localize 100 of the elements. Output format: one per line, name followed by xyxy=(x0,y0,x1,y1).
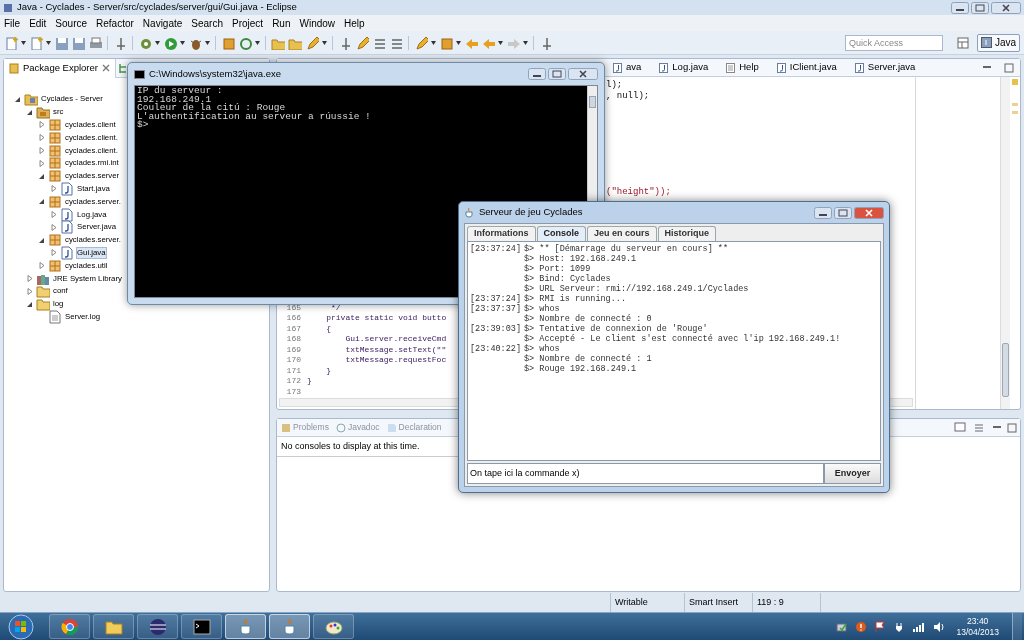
start-button[interactable] xyxy=(6,613,36,640)
menu-item[interactable]: Project xyxy=(232,15,264,31)
collapsed-toggle-icon[interactable] xyxy=(50,223,57,231)
server-tab[interactable]: Informations xyxy=(467,226,536,241)
taskbar-button[interactable] xyxy=(49,614,90,639)
editor-tab[interactable]: Help xyxy=(723,59,762,76)
save-icon[interactable] xyxy=(54,35,68,50)
open-perspective-icon[interactable] xyxy=(955,35,970,50)
collapsed-toggle-icon[interactable] xyxy=(50,185,57,193)
display-console-icon[interactable] xyxy=(954,421,968,434)
menu-item[interactable]: Refactor xyxy=(96,15,134,31)
taskbar-button[interactable] xyxy=(137,614,178,639)
log-line: $> Nombre de connecté : 0 xyxy=(524,314,652,324)
collapsed-toggle-icon[interactable] xyxy=(38,262,45,270)
expanded-toggle-icon[interactable] xyxy=(26,300,33,308)
close-icon[interactable] xyxy=(991,1,1021,14)
editor-tab[interactable]: ava xyxy=(610,59,645,76)
editor-tab[interactable]: Log.java xyxy=(656,59,712,76)
clock-date[interactable]: 13/04/2013 xyxy=(956,626,999,638)
problems-icon xyxy=(281,422,291,433)
code-line: } xyxy=(307,376,312,387)
collapsed-toggle-icon[interactable] xyxy=(38,121,45,129)
server-tab[interactable]: Jeu en cours xyxy=(587,226,657,241)
log-line: $> RMI is running... xyxy=(524,294,627,304)
hierarchy-icon[interactable] xyxy=(118,62,128,74)
clock-time[interactable]: 23:40 xyxy=(967,615,989,627)
taskbar-button[interactable] xyxy=(93,614,134,639)
console-window-icon xyxy=(134,68,145,80)
log-line: $> whos xyxy=(524,304,560,314)
scrollbar-thumb[interactable] xyxy=(589,96,596,108)
box-icon[interactable] xyxy=(439,35,453,50)
flag-icon xyxy=(874,620,887,633)
collapsed-toggle-icon[interactable] xyxy=(38,134,45,142)
minimize-icon[interactable] xyxy=(951,1,969,14)
java-file-icon xyxy=(776,62,786,73)
expanded-toggle-icon[interactable] xyxy=(26,108,33,116)
tab-label[interactable]: Package Explorer xyxy=(23,60,98,76)
collapsed-toggle-icon[interactable] xyxy=(26,275,33,283)
save-icon[interactable] xyxy=(71,35,85,50)
pencil-icon[interactable] xyxy=(305,35,319,50)
menu-item[interactable]: Source xyxy=(55,15,88,31)
package-icon xyxy=(48,194,62,209)
play-icon[interactable] xyxy=(163,35,177,50)
menu-item[interactable]: Edit xyxy=(29,15,47,31)
network-icon xyxy=(836,620,849,633)
command-input[interactable]: On tape ici la commande x) xyxy=(467,463,824,484)
close-icon[interactable] xyxy=(102,64,110,72)
taskbar-button[interactable] xyxy=(225,614,266,639)
refresh-icon[interactable] xyxy=(238,35,252,50)
log-time: [23:37:24] xyxy=(470,244,522,254)
menu-item[interactable]: Navigate xyxy=(142,15,183,31)
menu-item[interactable]: Run xyxy=(272,15,291,31)
minimize-icon[interactable] xyxy=(814,206,832,219)
menu-item[interactable]: Window xyxy=(299,15,336,31)
collapsed-toggle-icon[interactable] xyxy=(50,211,57,219)
line-number: 172 xyxy=(285,376,302,387)
new-file-icon[interactable] xyxy=(29,35,43,50)
print-icon[interactable] xyxy=(88,35,102,50)
menu-item[interactable]: File xyxy=(4,15,21,31)
close-icon[interactable] xyxy=(568,68,598,80)
box-icon[interactable] xyxy=(221,35,235,50)
menu-item[interactable]: Search xyxy=(191,15,223,31)
expanded-toggle-icon[interactable] xyxy=(38,172,45,180)
source-folder-icon xyxy=(36,105,50,120)
console-line: $> xyxy=(137,121,150,130)
minimize-icon[interactable] xyxy=(528,68,546,80)
menu-item[interactable]: Help xyxy=(344,15,365,31)
line-number: 173 xyxy=(285,386,302,397)
line-number: 166 xyxy=(285,313,302,324)
pencil-icon[interactable] xyxy=(355,35,369,50)
collapsed-toggle-icon[interactable] xyxy=(38,159,45,167)
show-desktop-button[interactable] xyxy=(1012,612,1022,640)
server-tab[interactable]: Console xyxy=(536,226,587,241)
collapsed-toggle-icon[interactable] xyxy=(38,147,45,155)
maximize-icon[interactable] xyxy=(1004,62,1014,73)
package-explorer-tab[interactable]: Package Explorer xyxy=(4,58,116,78)
expanded-toggle-icon[interactable] xyxy=(38,236,45,244)
scrollbar-thumb[interactable] xyxy=(1002,343,1009,397)
pencil-icon[interactable] xyxy=(414,35,428,50)
collapsed-toggle-icon[interactable] xyxy=(26,287,33,295)
close-icon[interactable] xyxy=(854,206,884,219)
editor-tab[interactable]: Server.java xyxy=(851,59,919,76)
server-tab[interactable]: Historique xyxy=(657,226,717,241)
expanded-toggle-icon[interactable] xyxy=(38,198,45,206)
maximize-icon[interactable] xyxy=(1007,422,1017,433)
overview-ruler-drawing xyxy=(1010,77,1020,115)
perspective-button[interactable]: Java xyxy=(976,33,1020,52)
log-line: $> ** [Démarrage du serveur en cours] ** xyxy=(524,244,729,254)
log-line: $> Tentative de connexion de 'Rouge' xyxy=(524,324,708,334)
send-button[interactable]: Envoyer xyxy=(824,463,881,484)
taskbar-button[interactable] xyxy=(181,614,222,639)
taskbar-button[interactable] xyxy=(313,614,354,639)
code-line: } xyxy=(325,365,331,376)
taskbar-button[interactable] xyxy=(269,614,310,639)
collapsed-toggle-icon[interactable] xyxy=(50,249,57,257)
quick-access-field[interactable]: Quick Access xyxy=(844,34,943,51)
vertical-scrollbar[interactable] xyxy=(1000,77,1010,409)
editor-tab[interactable]: IClient.java xyxy=(773,59,840,76)
new-file-icon[interactable] xyxy=(4,35,18,50)
expanded-toggle-icon[interactable] xyxy=(14,95,21,103)
